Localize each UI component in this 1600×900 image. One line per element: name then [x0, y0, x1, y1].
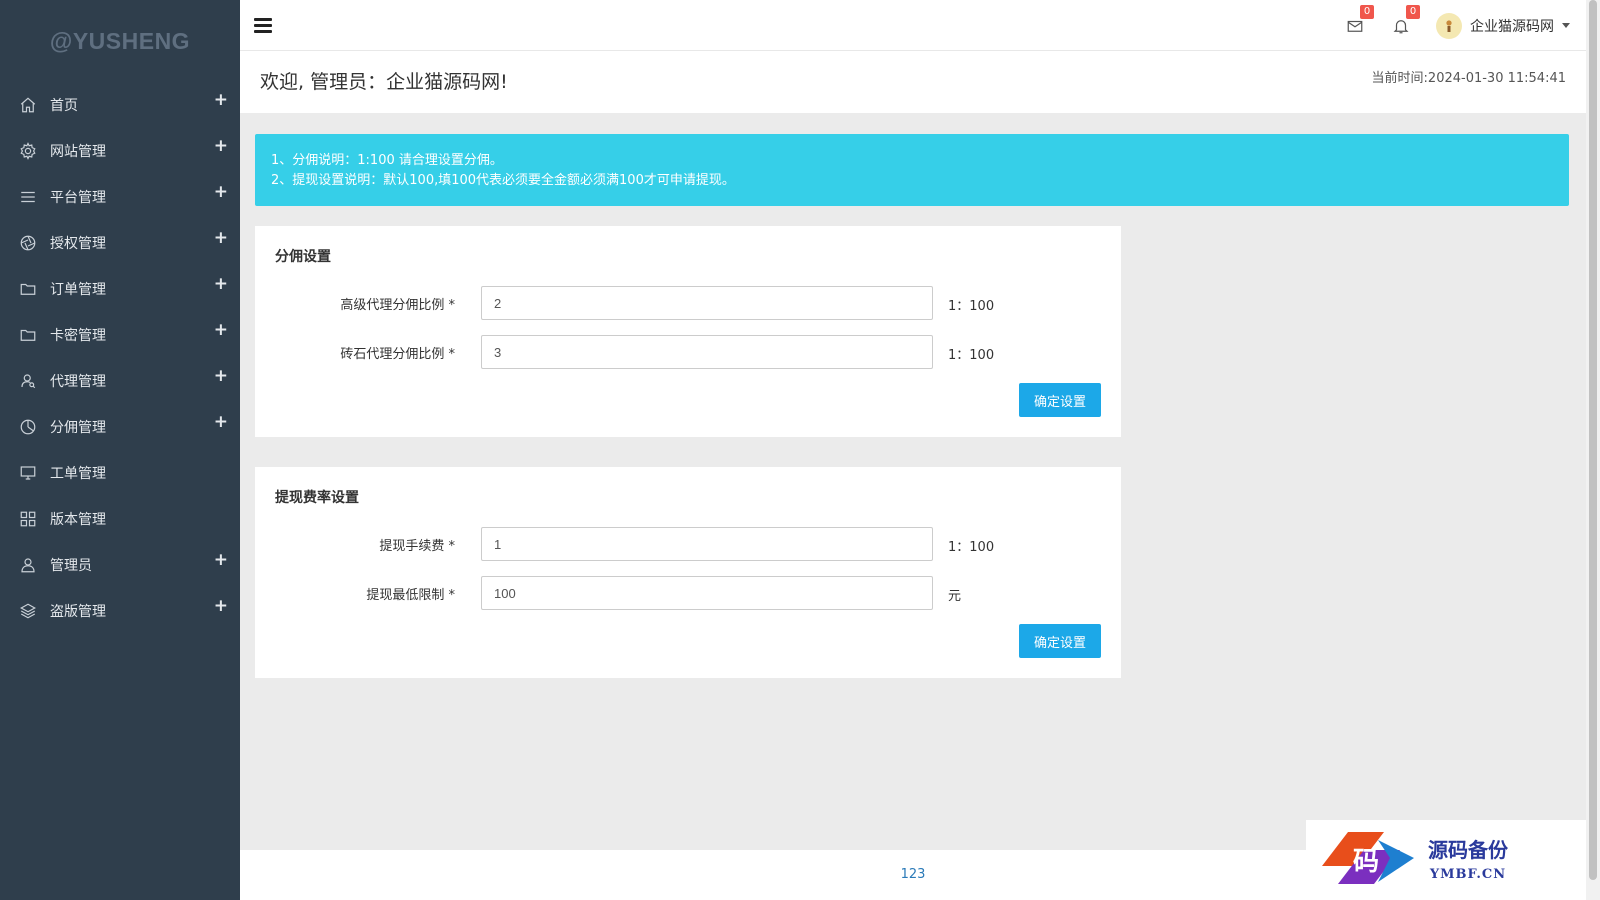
sidebar-item-label: 工单管理 — [50, 466, 106, 482]
expand-plus-icon[interactable]: + — [214, 182, 228, 202]
folder-icon — [19, 326, 37, 344]
monitor-icon — [19, 464, 37, 482]
sidebar-item-label: 订单管理 — [50, 282, 106, 298]
withdraw-min-label: 提现最低限制 * — [366, 588, 455, 603]
watermark-text: 源码备份 YMBF.CN — [1428, 834, 1508, 882]
sidebar-item-versions[interactable]: 版本管理 — [0, 496, 240, 542]
sidebar-item-platform[interactable]: 平台管理 + — [0, 174, 240, 220]
form-row-min: 提现最低限制 * 元 — [255, 576, 1121, 610]
expand-plus-icon[interactable]: + — [214, 320, 228, 340]
sidebar-item-tickets[interactable]: 工单管理 — [0, 450, 240, 496]
sidebar-item-label: 网站管理 — [50, 144, 106, 160]
watermark-cn: 源码备份 — [1428, 837, 1508, 862]
pie-icon — [19, 418, 37, 436]
form-row-senior: 高级代理分佣比例 * 1：100 — [255, 286, 1121, 320]
mail-icon[interactable]: 0 — [1344, 4, 1374, 37]
bell-badge: 0 — [1406, 4, 1420, 19]
sidebar-item-label: 分佣管理 — [50, 420, 106, 436]
diamond-rate-input[interactable] — [481, 335, 933, 369]
folder-icon — [19, 280, 37, 298]
sidebar-item-home[interactable]: 首页 + — [0, 82, 240, 128]
form-row-fee: 提现手续费 * 1：100 — [255, 527, 1121, 561]
sidebar-item-label: 版本管理 — [50, 512, 106, 528]
layers-icon — [19, 602, 37, 620]
withdraw-min-input[interactable] — [481, 576, 933, 610]
vertical-scrollbar[interactable] — [1586, 0, 1600, 900]
user-dropdown[interactable]: 企业猫源码网 — [1436, 12, 1570, 39]
mail-badge: 0 — [1360, 4, 1374, 19]
withdraw-fee-label: 提现手续费 * — [379, 539, 455, 554]
scrollbar-thumb[interactable] — [1589, 0, 1597, 880]
expand-plus-icon[interactable]: + — [214, 90, 228, 110]
expand-plus-icon[interactable]: + — [214, 596, 228, 616]
watermark-logo: 码 源码备份 YMBF.CN — [1306, 820, 1586, 895]
sidebar-item-label: 授权管理 — [50, 236, 106, 252]
user-search-icon — [19, 372, 37, 390]
sidebar-item-label: 首页 — [50, 98, 78, 114]
sidebar-item-label: 代理管理 — [50, 374, 106, 390]
welcome-text: 欢迎, 管理员：企业猫源码网! — [260, 71, 508, 93]
withdraw-panel: 提现费率设置 提现手续费 * 1：100 提现最低限制 * 元 确定设置 — [255, 467, 1121, 678]
grid-icon — [19, 510, 37, 528]
watermark-logo-char: 码 — [1353, 847, 1379, 877]
sidebar-item-label: 盗版管理 — [50, 604, 106, 620]
sidebar-item-cards[interactable]: 卡密管理 + — [0, 312, 240, 358]
senior-rate-suffix: 1：100 — [948, 299, 995, 314]
info-alert: 1、分佣说明：1:100 请合理设置分佣。 2、提现设置说明：默认100,填10… — [255, 134, 1569, 206]
expand-plus-icon[interactable]: + — [214, 366, 228, 386]
sidebar-item-commission[interactable]: 分佣管理 + — [0, 404, 240, 450]
watermark-emblem-icon: 码 — [1322, 831, 1414, 884]
sidebar-item-website[interactable]: 网站管理 + — [0, 128, 240, 174]
gear-icon — [19, 142, 37, 160]
expand-plus-icon[interactable]: + — [214, 412, 228, 432]
chevron-down-icon — [1562, 23, 1570, 28]
welcome-bar: 欢迎, 管理员：企业猫源码网! 当前时间:2024-01-30 11:54:41 — [240, 51, 1586, 113]
current-time: 当前时间:2024-01-30 11:54:41 — [1371, 71, 1566, 86]
form-row-diamond: 砖石代理分佣比例 * 1：100 — [255, 335, 1121, 369]
expand-plus-icon[interactable]: + — [214, 228, 228, 248]
senior-rate-label: 高级代理分佣比例 * — [340, 298, 455, 313]
panel-title: 分佣设置 — [275, 249, 331, 265]
withdraw-fee-suffix: 1：100 — [948, 540, 995, 555]
sidebar-item-label: 卡密管理 — [50, 328, 106, 344]
hamburger-menu-icon[interactable] — [254, 18, 272, 33]
panel-title: 提现费率设置 — [275, 490, 359, 506]
sidebar-item-orders[interactable]: 订单管理 + — [0, 266, 240, 312]
avatar — [1436, 12, 1462, 39]
expand-plus-icon[interactable]: + — [214, 136, 228, 156]
user-icon — [19, 556, 37, 574]
withdraw-min-suffix: 元 — [948, 589, 962, 604]
alert-line-1: 1、分佣说明：1:100 请合理设置分佣。 — [271, 153, 503, 168]
commission-panel: 分佣设置 高级代理分佣比例 * 1：100 砖石代理分佣比例 * 1：100 确… — [255, 226, 1121, 437]
sidebar: @YUSHENG 首页 + 网站管理 + 平台管理 + 授权管理 + 订单管理 … — [0, 0, 240, 900]
list-icon — [19, 188, 37, 206]
sidebar-item-piracy[interactable]: 盗版管理 + — [0, 588, 240, 634]
main-content: 0 0 企业猫源码网 欢迎, 管理员：企业猫源码网! 当前时间:2024-01-… — [240, 0, 1586, 900]
user-name: 企业猫源码网 — [1470, 18, 1554, 35]
diamond-rate-suffix: 1：100 — [948, 348, 995, 363]
top-right-toolbar: 0 0 企业猫源码网 — [1344, 0, 1570, 51]
expand-plus-icon[interactable]: + — [214, 550, 228, 570]
sidebar-item-label: 管理员 — [50, 558, 92, 574]
commission-confirm-button[interactable]: 确定设置 — [1019, 383, 1101, 417]
sidebar-item-license[interactable]: 授权管理 + — [0, 220, 240, 266]
senior-rate-input[interactable] — [481, 286, 933, 320]
aperture-icon — [19, 234, 37, 252]
withdraw-fee-input[interactable] — [481, 527, 933, 561]
bell-icon[interactable]: 0 — [1390, 4, 1420, 37]
sidebar-item-admins[interactable]: 管理员 + — [0, 542, 240, 588]
expand-plus-icon[interactable]: + — [214, 274, 228, 294]
withdraw-confirm-button[interactable]: 确定设置 — [1019, 624, 1101, 658]
sidebar-item-agents[interactable]: 代理管理 + — [0, 358, 240, 404]
sidebar-item-label: 平台管理 — [50, 190, 106, 206]
watermark-en: YMBF.CN — [1429, 866, 1507, 882]
diamond-rate-label: 砖石代理分佣比例 * — [340, 347, 455, 362]
home-icon — [19, 96, 37, 114]
alert-line-2: 2、提现设置说明：默认100,填100代表必须要全金额必须满100才可申请提现。 — [271, 173, 735, 188]
top-navbar: 0 0 企业猫源码网 — [240, 0, 1586, 51]
sidebar-menu: 首页 + 网站管理 + 平台管理 + 授权管理 + 订单管理 + 卡密管理 + — [0, 82, 240, 634]
brand-logo: @YUSHENG — [49, 27, 191, 54]
